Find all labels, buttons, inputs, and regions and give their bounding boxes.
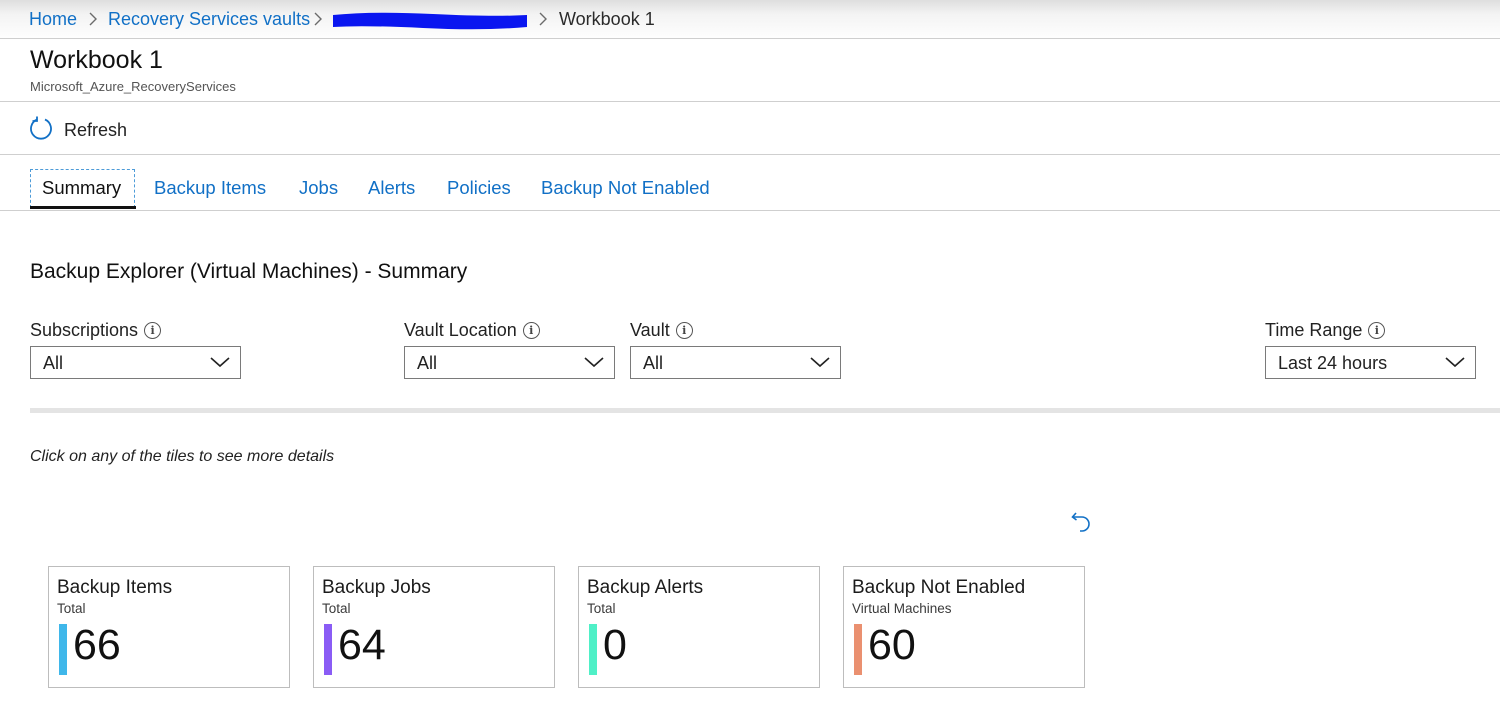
- tab-backup-not-enabled[interactable]: Backup Not Enabled: [541, 177, 710, 199]
- breadcrumb-separator-icon: [313, 11, 323, 32]
- refresh-label: Refresh: [64, 119, 128, 140]
- breadcrumb-current: Workbook 1: [559, 9, 655, 30]
- vault-location-label-text: Vault Location: [404, 320, 517, 340]
- info-icon[interactable]: i: [675, 322, 693, 339]
- tile-color-bar: [854, 624, 862, 675]
- section-divider: [30, 408, 1500, 413]
- tile-color-bar: [324, 624, 332, 675]
- tile-subtitle: Total: [57, 601, 86, 616]
- breadcrumb-separator-icon: [538, 11, 548, 32]
- tile-value: 0: [603, 621, 627, 669]
- breadcrumb-current-label: Workbook 1: [559, 9, 655, 29]
- vault-value: All: [643, 353, 664, 373]
- tile-subtitle: Total: [322, 601, 351, 616]
- tabs-divider: [0, 210, 1500, 211]
- info-icon[interactable]: i: [522, 322, 540, 339]
- breadcrumb-home-link[interactable]: Home: [29, 9, 77, 29]
- vault-location-dropdown[interactable]: All: [404, 346, 615, 379]
- tile-color-bar: [589, 624, 597, 675]
- tab-backup-items[interactable]: Backup Items: [154, 177, 266, 199]
- time-range-dropdown[interactable]: Last 24 hours: [1265, 346, 1476, 379]
- vault-label-text: Vault: [630, 320, 670, 340]
- vault-location-value: All: [417, 353, 438, 373]
- time-range-label-text: Time Range: [1265, 320, 1363, 340]
- redacted-vault-name[interactable]: [333, 11, 527, 31]
- breadcrumb-vaults[interactable]: Recovery Services vaults: [108, 9, 310, 30]
- vault-dropdown[interactable]: All: [630, 346, 841, 379]
- info-icon[interactable]: i: [144, 322, 162, 339]
- tab-policies[interactable]: Policies: [447, 177, 511, 199]
- title-divider: [0, 101, 1500, 102]
- chevron-down-icon: [210, 355, 230, 374]
- toolbar-divider: [0, 154, 1500, 155]
- time-range-value: Last 24 hours: [1278, 353, 1388, 373]
- tile-color-bar: [59, 624, 67, 675]
- undo-icon[interactable]: [1070, 509, 1092, 540]
- tile-backup-items[interactable]: Backup Items Total 66: [48, 566, 290, 688]
- tile-title: Backup Alerts: [587, 577, 704, 598]
- tab-active-indicator: [30, 206, 136, 209]
- chevron-down-icon: [810, 355, 830, 374]
- tile-backup-not-enabled[interactable]: Backup Not Enabled Virtual Machines 60: [843, 566, 1085, 688]
- section-title: Backup Explorer (Virtual Machines) - Sum…: [30, 260, 468, 283]
- chevron-down-icon: [1445, 355, 1465, 374]
- tile-subtitle: Virtual Machines: [852, 601, 952, 616]
- tile-value: 66: [73, 621, 121, 669]
- tile-value: 64: [338, 621, 386, 669]
- info-icon[interactable]: i: [1368, 322, 1386, 339]
- breadcrumb-home[interactable]: Home: [29, 9, 77, 30]
- tile-subtitle: Total: [587, 601, 616, 616]
- tab-summary[interactable]: Summary: [42, 177, 121, 199]
- subscriptions-label-text: Subscriptions: [30, 320, 139, 340]
- tile-title: Backup Items: [57, 577, 173, 598]
- vault-label: Vault i: [630, 320, 693, 341]
- tab-jobs[interactable]: Jobs: [299, 177, 338, 199]
- tab-alerts[interactable]: Alerts: [368, 177, 415, 199]
- tiles-hint: Click on any of the tiles to see more de…: [30, 448, 335, 465]
- tile-value: 60: [868, 621, 916, 669]
- page-title: Workbook 1: [30, 46, 163, 74]
- subscriptions-dropdown[interactable]: All: [30, 346, 241, 379]
- breadcrumb-separator-icon: [88, 11, 98, 32]
- tile-title: Backup Not Enabled: [852, 577, 1026, 598]
- header-divider: [0, 38, 1500, 39]
- refresh-icon: [28, 115, 54, 146]
- time-range-label: Time Range i: [1265, 320, 1386, 341]
- tile-backup-jobs[interactable]: Backup Jobs Total 64: [313, 566, 555, 688]
- tile-title: Backup Jobs: [322, 577, 431, 598]
- chevron-down-icon: [584, 355, 604, 374]
- tile-backup-alerts[interactable]: Backup Alerts Total 0: [578, 566, 820, 688]
- subscriptions-value: All: [43, 353, 64, 373]
- subscriptions-label: Subscriptions i: [30, 320, 162, 341]
- vault-location-label: Vault Location i: [404, 320, 540, 341]
- page-subtitle: Microsoft_Azure_RecoveryServices: [30, 79, 236, 94]
- breadcrumb-vaults-link[interactable]: Recovery Services vaults: [108, 9, 310, 29]
- refresh-button[interactable]: Refresh: [28, 116, 127, 144]
